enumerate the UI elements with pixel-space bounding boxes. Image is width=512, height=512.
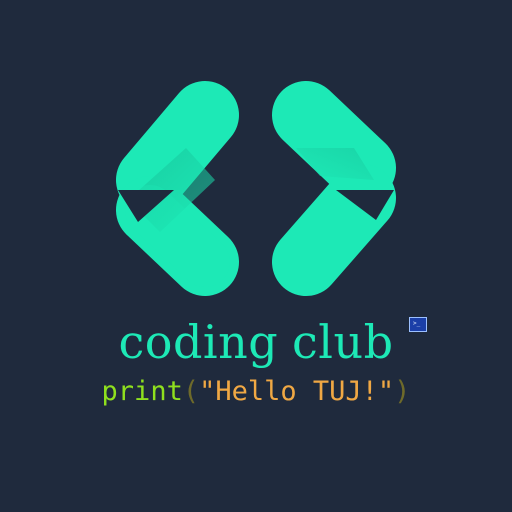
right-bracket-icon: [272, 81, 396, 296]
code-snippet: print("Hello TUJ!"): [0, 374, 512, 410]
terminal-icon: >_: [409, 317, 427, 332]
code-keyword-print: print: [101, 376, 183, 407]
code-close-paren: ): [394, 376, 411, 407]
club-name-title: coding club: [0, 314, 512, 370]
terminal-prompt-glyph: >_: [413, 320, 421, 327]
code-brackets-logo: [116, 81, 396, 296]
left-bracket-icon: [116, 81, 239, 296]
club-name-word-coding: coding: [118, 315, 279, 369]
code-open-paren: (: [182, 376, 200, 407]
code-string-literal: "Hello TUJ!": [199, 376, 395, 407]
club-name-word-club: club: [291, 315, 394, 369]
